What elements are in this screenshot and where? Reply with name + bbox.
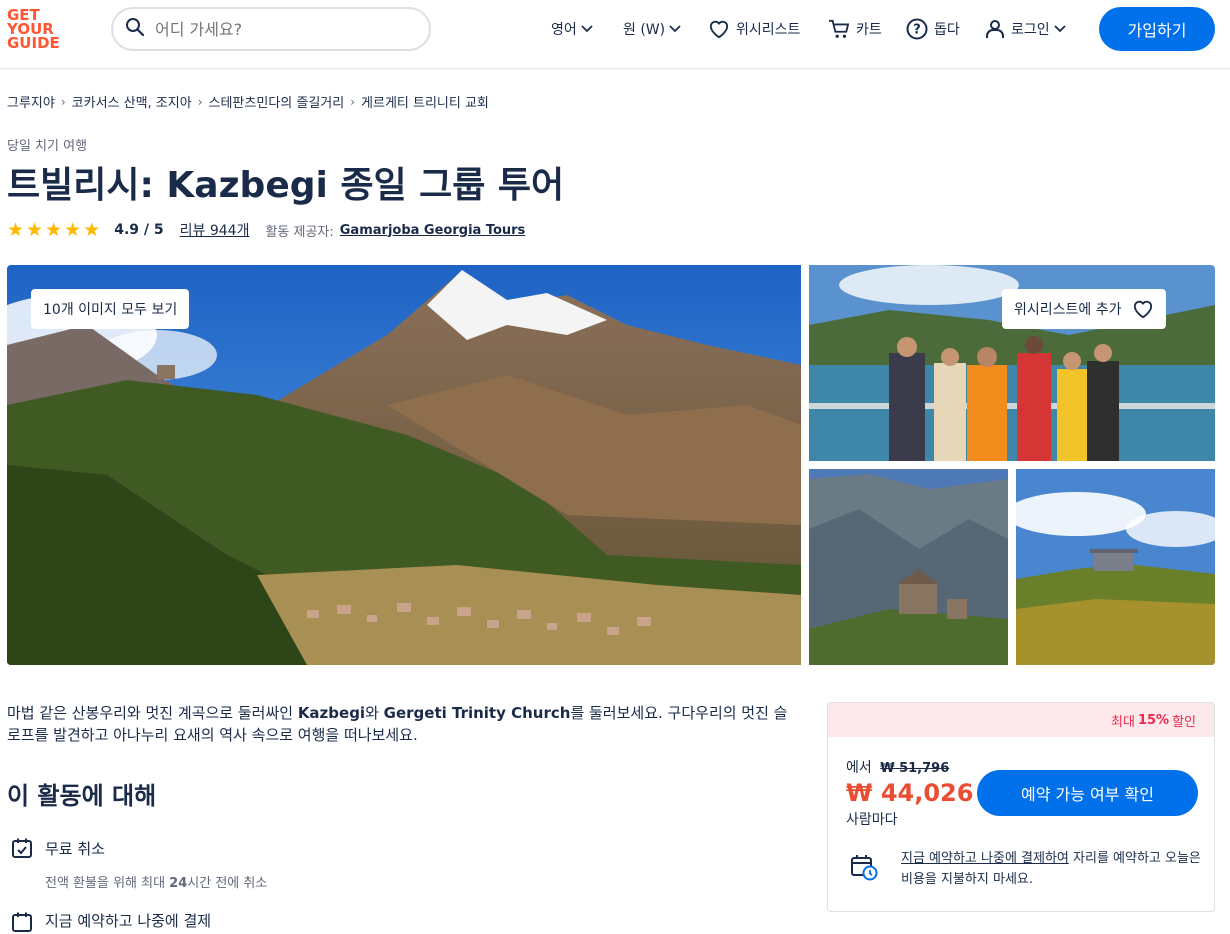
currency-label: 원 (W): [623, 22, 666, 38]
cart-label: 카트: [856, 22, 882, 38]
svg-text:?: ?: [913, 23, 921, 38]
breadcrumb-item[interactable]: 그루지야: [7, 92, 55, 111]
check-availability-button[interactable]: 예약 가능 여부 확인: [977, 770, 1198, 816]
discount-banner: 최대 15% 할인: [828, 703, 1214, 737]
activity-description: 마법 같은 산봉우리와 멋진 계곡으로 둘러싸인 Kazbegi와 Gerget…: [7, 702, 797, 746]
feature-free-cancellation: [10, 836, 34, 860]
desc-highlight: Kazbegi: [297, 704, 366, 722]
star-icon: ★: [83, 218, 101, 241]
signup-button[interactable]: 가입하기: [1099, 7, 1215, 51]
breadcrumb: 그루지야 › 코카서스 산맥, 조지아 › 스테판츠민다의 즐길거리 › 게르게…: [7, 92, 489, 112]
heart-icon: [709, 20, 729, 39]
star-icon: ★: [45, 218, 63, 241]
activity-category: 당일 치기 여행: [7, 139, 88, 154]
chevron-right-icon: ›: [60, 94, 66, 109]
chevron-right-icon: ›: [350, 94, 356, 109]
cart-icon: [829, 19, 850, 38]
getyourguide-logo[interactable]: GET YOUR GUIDE: [7, 8, 67, 52]
calendar-clock-icon: [851, 855, 878, 881]
breadcrumb-item[interactable]: 스테판츠민다의 즐길거리: [209, 92, 345, 111]
desc-text: 마법 같은 산봉우리와 멋진 계곡으로 둘러싸인: [7, 704, 298, 722]
current-price: ₩ 44,026: [846, 779, 974, 807]
help-link[interactable]: ? 돕다: [906, 18, 960, 40]
search-icon: [125, 17, 145, 41]
star-rating: ★ ★ ★ ★ ★: [7, 218, 101, 241]
discount-percent: 15%: [1137, 712, 1170, 728]
provider-link[interactable]: Gamarjoba Georgia Tours: [340, 223, 526, 238]
feature-desc-bold: 24: [169, 876, 188, 891]
discount-text: 최대: [1111, 714, 1135, 730]
desc-text: 와: [365, 704, 384, 722]
star-icon: ★: [26, 218, 44, 241]
page-title: 트빌리시: Kazbegi 종일 그룹 투어: [7, 165, 565, 206]
logo-line: GUIDE: [7, 34, 60, 52]
chevron-down-icon: [581, 25, 593, 33]
add-to-wishlist-label: 위시리스트에 추가: [1014, 302, 1122, 318]
feature-desc-text: 시간 전에 취소: [187, 876, 268, 891]
feature-title: 지금 예약하고 나중에 결제: [45, 912, 212, 930]
question-circle-icon: ?: [906, 18, 928, 40]
wishlist-label: 위시리스트: [736, 22, 801, 38]
chevron-down-icon: [1054, 25, 1066, 33]
search-bar[interactable]: [111, 7, 431, 51]
booking-card: 최대 15% 할인 에서 ₩ 51,796 ₩ 44,026 사람마다 예약 가…: [827, 702, 1215, 912]
original-price: ₩ 51,796: [880, 761, 950, 776]
viewpoint-photo: [1016, 469, 1215, 665]
breadcrumb-item[interactable]: 게르게티 트리니티 교회: [361, 92, 489, 111]
login-menu[interactable]: 로그인: [985, 18, 1066, 40]
feature-description: 전액 환불을 위해 최대 24시간 전에 취소: [45, 872, 267, 891]
discount-text: 할인: [1172, 714, 1196, 730]
header: GET YOUR GUIDE 영어 원 (W) 위시리스트 카트 ? 돕다 로그…: [0, 0, 1230, 69]
chevron-down-icon: [669, 25, 681, 33]
wishlist-link[interactable]: 위시리스트: [708, 18, 800, 40]
add-to-wishlist-button[interactable]: 위시리스트에 추가: [1002, 289, 1166, 329]
provider-label: 활동 제공자:: [265, 224, 334, 240]
help-label: 돕다: [934, 22, 960, 38]
user-icon: [986, 20, 1004, 38]
breadcrumb-item[interactable]: 코카서스 산맥, 조지아: [72, 92, 192, 111]
search-input[interactable]: [155, 19, 405, 39]
reviews-link[interactable]: 리뷰 944개: [180, 220, 250, 240]
calendar-check-icon: [12, 838, 32, 858]
about-heading: 이 활동에 대해: [7, 782, 157, 810]
chevron-right-icon: ›: [197, 94, 203, 109]
calendar-icon: [12, 912, 32, 932]
login-label: 로그인: [1011, 22, 1050, 38]
gallery-image-viewpoint[interactable]: [1016, 469, 1215, 665]
cart-link[interactable]: 카트: [828, 18, 882, 40]
star-icon: ★: [7, 218, 25, 241]
language-label: 영어: [551, 22, 577, 38]
church-photo: [809, 469, 1008, 665]
feature-title: 무료 취소: [45, 840, 105, 858]
reserve-pay-later-link[interactable]: 지금 예약하고 나중에 결제하여: [901, 851, 1069, 866]
star-icon: ★: [64, 218, 82, 241]
from-label: 에서: [846, 760, 872, 776]
price-from: 에서 ₩ 51,796: [846, 757, 949, 777]
per-person-label: 사람마다: [846, 812, 898, 828]
language-selector[interactable]: 영어: [551, 18, 593, 40]
desc-highlight: Gergeti Trinity Church: [383, 704, 571, 722]
rating-value: 4.9 / 5: [114, 222, 164, 238]
feature-desc-text: 전액 환불을 위해 최대: [45, 876, 170, 891]
reserve-now-pay-later: 지금 예약하고 나중에 결제하여 자리를 예약하고 오늘은 비용을 지불하지 마…: [901, 848, 1201, 890]
view-all-images-button[interactable]: 10개 이미지 모두 보기: [31, 289, 190, 329]
feature-reserve-pay-later: [10, 910, 34, 934]
rating-row: ★ ★ ★ ★ ★ 4.9 / 5 리뷰 944개 활동 제공자: Gamarj…: [7, 220, 525, 240]
heart-icon: [1133, 300, 1152, 319]
currency-selector[interactable]: 원 (W): [623, 18, 681, 40]
gallery-image-church[interactable]: [809, 469, 1008, 665]
